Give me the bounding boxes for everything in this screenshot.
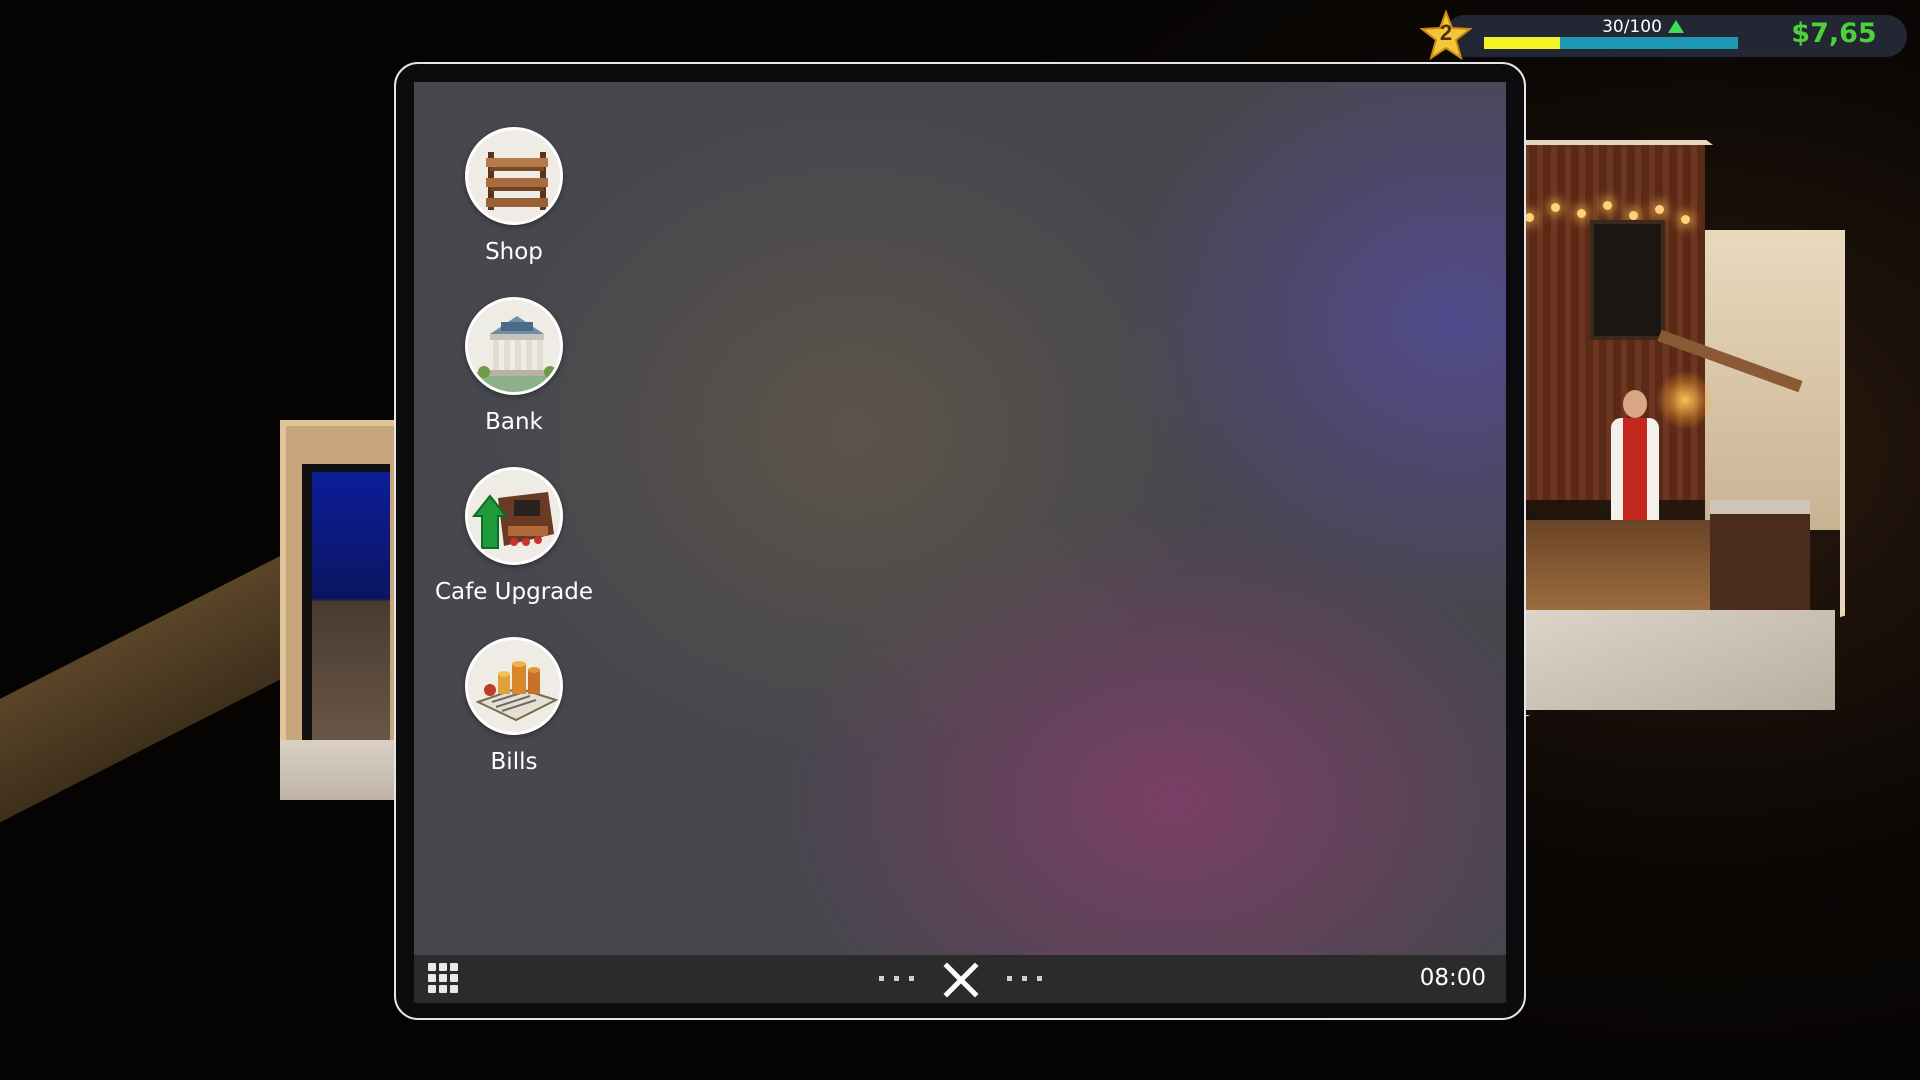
room-door [302,464,390,754]
player-level: 2 [1439,20,1453,45]
bank-building-icon [465,297,563,395]
app-bills[interactable]: Bills [434,637,594,807]
ellipsis-left-icon [879,976,917,982]
xp-progress-fill [1484,37,1561,49]
phone-taskbar: 08:00 [414,955,1506,1003]
money-balance: $7,65 [1791,18,1877,49]
app-label: Bills [490,749,538,775]
app-label: Bank [485,409,543,435]
app-list: Shop Bank Cafe Upgrade Bills [434,127,594,807]
cafe-interior [1515,140,1845,710]
player-hud: 2 30/100 $7,65 [1420,10,1907,60]
app-shop[interactable]: Shop [434,127,594,297]
xp-up-arrow-icon [1667,20,1684,33]
xp-progress-bar [1484,37,1738,49]
shop-shelf-icon [465,127,563,225]
app-label: Shop [485,239,543,265]
cafe-floor [1515,610,1835,710]
sink-cabinet [1710,500,1810,620]
app-grid-icon[interactable] [428,963,460,995]
close-icon[interactable] [942,961,980,999]
menu-board [1590,220,1665,340]
room-floor [280,740,405,800]
left-room [280,420,405,800]
xp-value: 30/100 [1602,17,1662,37]
xp-readout: 30/100 [1578,17,1708,37]
phone-device: Shop Bank Cafe Upgrade Bills 08:00 [394,62,1526,1020]
ellipsis-right-icon [1007,976,1045,982]
app-bank[interactable]: Bank [434,297,594,467]
app-label: Cafe Upgrade [434,579,594,605]
phone-home-screen: Shop Bank Cafe Upgrade Bills [414,82,1506,1002]
level-star-icon: 2 [1420,10,1472,60]
phone-clock: 08:00 [1419,965,1486,991]
app-cafe-upgrade[interactable]: Cafe Upgrade [434,467,594,637]
cafe-upgrade-icon [465,467,563,565]
bills-coins-icon [465,637,563,735]
